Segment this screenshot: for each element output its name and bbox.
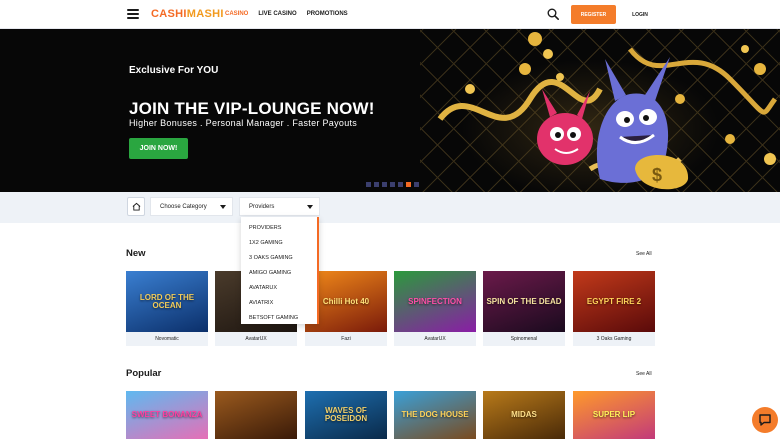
game-thumbnail: THE DOG HOUSE	[394, 391, 476, 439]
carousel-dot[interactable]	[390, 182, 395, 187]
game-title: SPINFECTION	[408, 296, 462, 306]
search-icon[interactable]	[547, 8, 559, 20]
game-title: SUPER LIP	[592, 410, 636, 419]
game-card[interactable]: SPINFECTION AvatarUX	[394, 271, 476, 346]
chat-icon	[759, 414, 771, 426]
hero-banner: $ Exclusive For YOU JOIN THE VIP-LOUNGE …	[0, 29, 780, 192]
game-thumbnail: WAVES OF POSEIDON	[305, 391, 387, 439]
game-provider: AvatarUX	[394, 332, 476, 346]
filter-bar	[0, 192, 780, 223]
nav-casino[interactable]: CASINO	[225, 11, 248, 17]
provider-option[interactable]: BETSOFT GAMING	[241, 310, 317, 324]
provider-option[interactable]: 3 OAKS GAMING	[241, 250, 317, 265]
logo[interactable]: CASHIMASHI	[151, 8, 224, 20]
carousel-dot[interactable]	[366, 182, 371, 187]
chevron-down-icon	[220, 205, 226, 209]
section-title-popular: Popular	[126, 368, 162, 379]
carousel-dots	[366, 182, 419, 187]
register-button[interactable]: REGISTER	[571, 5, 616, 24]
game-card[interactable]: MIDAS	[483, 391, 565, 439]
provider-option[interactable]: AVATARUX	[241, 280, 317, 295]
svg-text:$: $	[652, 165, 662, 185]
logo-part2: MASHI	[186, 8, 224, 20]
game-provider: Spinomenal	[483, 332, 565, 346]
game-card[interactable]: SWEET BONANZA	[126, 391, 208, 439]
login-button[interactable]: LOGIN	[624, 5, 656, 24]
hamburger-icon[interactable]	[127, 9, 139, 19]
game-provider: 3 Oaks Gaming	[573, 332, 655, 346]
game-thumbnail: SWEET BONANZA	[126, 391, 208, 439]
providers-dropdown: PROVIDERS 1X2 GAMING 3 OAKS GAMING AMIGO…	[241, 217, 319, 324]
provider-option[interactable]: AVIATRIX	[241, 295, 317, 310]
see-all-popular-link[interactable]: See All	[636, 371, 652, 377]
game-card[interactable]: WAVES OF POSEIDON	[305, 391, 387, 439]
category-select[interactable]: Choose Category	[150, 197, 233, 216]
main-nav: CASINO LIVE CASINO PROMOTIONS	[225, 11, 348, 17]
hero-subtitle: Exclusive For YOU	[129, 65, 219, 76]
game-card[interactable]: SUPER LIP	[573, 391, 655, 439]
game-thumbnail: SPINFECTION	[394, 271, 476, 332]
game-thumbnail	[215, 391, 297, 439]
home-icon	[132, 202, 140, 211]
home-button[interactable]	[127, 197, 145, 216]
chat-button[interactable]	[752, 407, 778, 433]
game-thumbnail: SUPER LIP	[573, 391, 655, 439]
game-card[interactable]	[215, 391, 297, 439]
providers-select-label: Providers	[249, 203, 275, 210]
site-header: CASHIMASHI CASINO LIVE CASINO PROMOTIONS…	[0, 0, 780, 29]
game-title: Chilli Hot 40	[322, 296, 370, 306]
game-card[interactable]: THE DOG HOUSE	[394, 391, 476, 439]
game-card[interactable]: LORD OF THE OCEAN Novomatic	[126, 271, 208, 346]
nav-promotions[interactable]: PROMOTIONS	[307, 11, 348, 17]
game-card[interactable]: EGYPT FIRE 2 3 Oaks Gaming	[573, 271, 655, 346]
game-title: SPIN OF THE DEAD	[486, 296, 562, 306]
carousel-dot[interactable]	[374, 182, 379, 187]
providers-select[interactable]: Providers	[239, 197, 320, 216]
nav-live-casino[interactable]: LIVE CASINO	[258, 11, 296, 17]
game-card[interactable]: SPIN OF THE DEAD Spinomenal	[483, 271, 565, 346]
game-title: THE DOG HOUSE	[401, 410, 469, 419]
carousel-dot[interactable]	[406, 182, 411, 187]
game-title: LORD OF THE OCEAN	[139, 292, 195, 310]
game-title: WAVES OF POSEIDON	[324, 406, 368, 423]
hero-title: JOIN THE VIP-LOUNGE NOW!	[129, 99, 375, 118]
game-title: SWEET BONANZA	[131, 410, 203, 419]
chevron-down-icon	[307, 205, 313, 209]
carousel-dot[interactable]	[414, 182, 419, 187]
carousel-dot[interactable]	[382, 182, 387, 187]
logo-part1: CASHI	[151, 8, 187, 20]
provider-option[interactable]: PROVIDERS	[241, 220, 317, 235]
game-provider: Novomatic	[126, 332, 208, 346]
game-thumbnail: LORD OF THE OCEAN	[126, 271, 208, 332]
provider-option[interactable]: AMIGO GAMING	[241, 265, 317, 280]
hero-artwork: $	[437, 32, 778, 190]
game-provider: Fazi	[305, 332, 387, 346]
game-thumbnail: MIDAS	[483, 391, 565, 439]
hero-description: Higher Bonuses . Personal Manager . Fast…	[129, 118, 358, 128]
join-now-button[interactable]: JOIN NOW!	[129, 138, 188, 159]
game-thumbnail: SPIN OF THE DEAD	[483, 271, 565, 332]
category-select-label: Choose Category	[160, 203, 207, 210]
game-thumbnail: EGYPT FIRE 2	[573, 271, 655, 332]
game-provider: AvatarUX	[215, 332, 297, 346]
section-title-new: New	[126, 248, 146, 259]
provider-option[interactable]: 1X2 GAMING	[241, 235, 317, 250]
see-all-new-link[interactable]: See All	[636, 251, 652, 257]
carousel-dot[interactable]	[398, 182, 403, 187]
game-title: EGYPT FIRE 2	[586, 296, 642, 306]
game-title: MIDAS	[511, 410, 537, 419]
